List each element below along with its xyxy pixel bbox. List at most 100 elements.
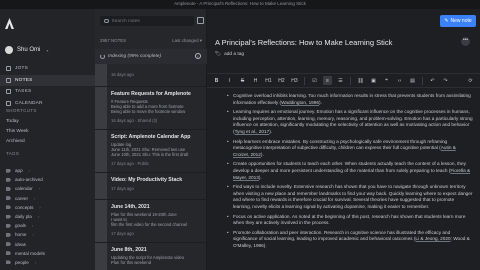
strikethrough-button[interactable]: S: [238, 76, 247, 85]
list-item[interactable]: June 14th, 2021 Plan for this weekend 19…: [95, 200, 206, 243]
nav-item-tasks[interactable]: TASKS: [0, 86, 95, 98]
tag-item[interactable]: auto-archived: [0, 175, 95, 184]
note-thumbnail: [95, 200, 107, 242]
task-icon[interactable]: ☑: [310, 76, 319, 85]
list-item[interactable]: Feature Requests for Amplenote # Feature…: [95, 87, 206, 130]
list-header: 2957 NOTES Last changed ▾: [100, 38, 202, 44]
compose-icon[interactable]: [197, 17, 204, 24]
undo-icon[interactable]: ↶: [428, 76, 437, 85]
tag-item[interactable]: home ›: [0, 230, 95, 239]
table-icon[interactable]: ▤: [408, 76, 417, 85]
italic-button[interactable]: I: [225, 76, 234, 85]
tag-icon: [6, 186, 11, 191]
tag-label: people: [15, 259, 29, 265]
numbered-list-icon[interactable]: ☰: [336, 76, 345, 85]
info-icon[interactable]: i: [195, 53, 201, 59]
chevron-right-icon: ›: [28, 168, 31, 174]
tag-label: ideas: [15, 241, 26, 247]
note-thumbnail: [95, 173, 107, 199]
bullet-text: Create opportunities for students to tea…: [233, 161, 466, 173]
tag-icon: [6, 223, 11, 228]
redo-icon[interactable]: ↷: [441, 76, 450, 85]
tag-item[interactable]: mental models: [0, 249, 95, 258]
quote-icon[interactable]: ❝: [382, 76, 391, 85]
editor-panel: ✎ New note A Principal's Reflections: Ho…: [207, 9, 480, 270]
note-snippet: June 10th, 2021 Shu: This is the first d…: [111, 152, 189, 158]
tag-label: daily pla: [15, 214, 32, 220]
heading2-button[interactable]: H2: [277, 76, 286, 85]
note-snippet: Plan for this weekend: [111, 260, 152, 266]
amplenote-logo-icon: [5, 18, 14, 29]
nav-label: CALENDAR: [15, 100, 43, 106]
nav-label: JOTS: [15, 66, 29, 72]
tag-icon: [6, 177, 11, 182]
note-title: Video: My Productivity Stack: [111, 177, 183, 183]
citation-link[interactable]: Waddington, 1996: [281, 100, 319, 105]
highlight-button[interactable]: H: [251, 76, 260, 85]
tag-item[interactable]: calendar ›: [0, 184, 95, 193]
tag-item[interactable]: daily pla ›: [0, 212, 95, 221]
notes-count: 2957 NOTES: [100, 38, 127, 43]
page-title[interactable]: A Principal's Reflections: How to Make L…: [215, 38, 392, 47]
tag-icon: [6, 232, 11, 237]
link-icon[interactable]: ⛓: [356, 76, 365, 85]
add-tag-label: add a tag: [224, 52, 245, 57]
bullet-text: Help learners embrace mistakes. By const…: [233, 138, 448, 151]
citation-link[interactable]: Tyng et al., 2017: [235, 129, 270, 134]
tag-label: auto-archived: [15, 177, 43, 183]
code-icon[interactable]: ‹›: [395, 76, 404, 85]
tag-label: calendar: [15, 186, 33, 192]
sort-dropdown[interactable]: Last changed ▾: [172, 38, 202, 44]
bullet-tail: ).: [269, 128, 273, 134]
tasks-icon: [6, 89, 11, 95]
tag-label: mental models: [15, 250, 45, 256]
list-item[interactable]: 16 days ago: [95, 64, 206, 87]
tag-icon: [6, 205, 11, 210]
shortcut-archived[interactable]: Archived: [6, 139, 25, 144]
note-meta: 17 days ago: [111, 230, 134, 236]
nav-label: NOTES: [15, 77, 33, 83]
note-list-panel: 2957 NOTES Last changed ▾ Indexing (99% …: [95, 9, 207, 270]
bullet-tail: ).: [258, 174, 262, 180]
bullet-text: Focus on active application. As noted at…: [233, 213, 466, 226]
chevron-right-icon: ›: [39, 204, 41, 210]
user-menu[interactable]: Shu Omi ▾: [5, 46, 48, 54]
tag-label: home: [15, 232, 27, 238]
more-options-icon[interactable]: •••: [461, 37, 470, 46]
note-title: Script: Amplenote Calendar App: [111, 134, 191, 140]
shortcut-this-week[interactable]: This Week: [6, 129, 29, 134]
search-box[interactable]: [100, 16, 194, 26]
list-item[interactable]: Script: Amplenote Calendar App Update lo…: [95, 130, 206, 173]
list-item[interactable]: June 8th, 2021 Updating the script for A…: [95, 243, 206, 270]
tag-item[interactable]: app ›: [0, 166, 95, 175]
image-icon[interactable]: ▣: [369, 76, 378, 85]
tag-item[interactable]: career ›: [0, 194, 95, 203]
chevron-right-icon: ›: [34, 195, 36, 201]
tag-item[interactable]: ideas: [0, 240, 95, 249]
new-note-button[interactable]: ✎ New note: [440, 15, 476, 27]
citation-link[interactable]: Li & Jeong, 2020: [415, 236, 450, 241]
note-body[interactable]: Cognitive overload inhibits learning. To…: [227, 93, 473, 252]
note-meta: 17 days ago: [111, 186, 134, 191]
list-item[interactable]: Video: My Productivity Stack 17 days ago: [95, 173, 206, 200]
shortcut-today[interactable]: Today: [6, 119, 19, 124]
heading1-button[interactable]: H1: [264, 76, 273, 85]
nav-item-notes[interactable]: NOTES: [0, 74, 95, 86]
add-tag-button[interactable]: 🏷 add a tag: [215, 52, 244, 57]
sync-icon[interactable]: ⟳: [466, 76, 475, 85]
list-item: Find ways to include novelty. Extensive …: [227, 184, 473, 210]
bullet-list-icon[interactable]: ≡: [323, 76, 332, 85]
chevron-right-icon: ›: [32, 232, 34, 238]
user-name: Shu Omi: [17, 47, 41, 53]
nav-item-jots[interactable]: JOTS: [0, 63, 95, 75]
tag-item[interactable]: concepts ›: [0, 203, 95, 212]
search-input[interactable]: [111, 18, 182, 24]
note-thumbnail: [95, 64, 107, 86]
tag-item[interactable]: people ›: [0, 258, 95, 267]
bold-button[interactable]: B: [212, 76, 221, 85]
list-item: Help learners embrace mistakes. By const…: [227, 139, 473, 159]
tag-label: app: [15, 168, 23, 174]
toolbar-divider: [350, 76, 351, 85]
tag-item[interactable]: goals ›: [0, 221, 95, 230]
heading3-button[interactable]: H3: [290, 76, 299, 85]
